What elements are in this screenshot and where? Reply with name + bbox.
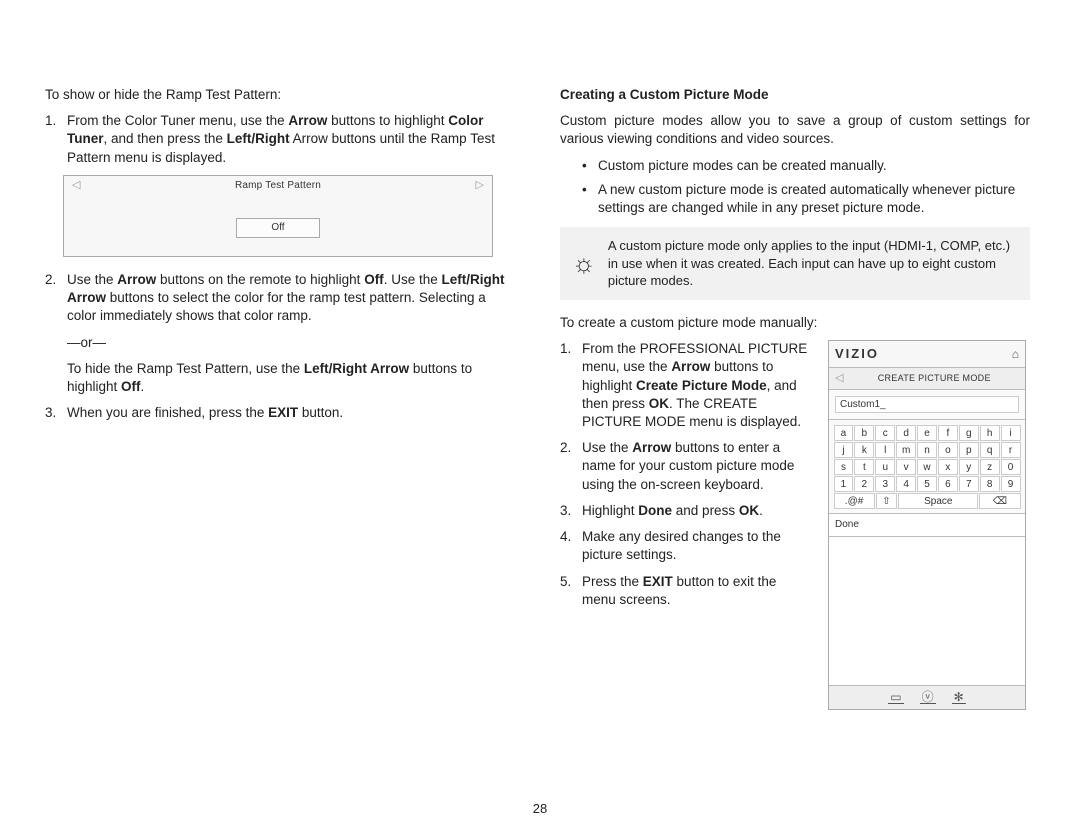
- right-heading: Creating a Custom Picture Mode: [560, 86, 1030, 104]
- kbd-key: 8: [980, 476, 1000, 492]
- page-number: 28: [0, 801, 1080, 816]
- right-step-5: 5. Press the EXIT button to exit the men…: [560, 573, 810, 609]
- ramp-off-button: Off: [236, 218, 320, 238]
- kbd-key: s: [834, 459, 854, 475]
- right-step-1: 1. From the PROFESSIONAL PICTURE menu, u…: [560, 340, 810, 431]
- ramp-panel-title: Ramp Test Pattern: [80, 179, 475, 193]
- bullet-1: Custom picture modes can be created manu…: [560, 157, 1030, 175]
- ramp-test-pattern-panel: ◁ Ramp Test Pattern ▷ Off: [63, 175, 493, 257]
- vizio-done-row: Done: [829, 514, 1025, 537]
- left-step-3: 3. When you are finished, press the EXIT…: [45, 404, 515, 422]
- right-bullets: Custom picture modes can be created manu…: [560, 157, 1030, 218]
- right-split: 1. From the PROFESSIONAL PICTURE menu, u…: [560, 340, 1030, 709]
- kbd-row-1: abcdefghi: [833, 424, 1021, 441]
- kbd-key: p: [959, 442, 979, 458]
- kbd-key: 6: [938, 476, 958, 492]
- kbd-key: 9: [1001, 476, 1021, 492]
- wide-icon: ▭: [888, 691, 903, 704]
- kbd-key: v: [896, 459, 916, 475]
- kbd-key: c: [875, 425, 895, 441]
- kbd-key: u: [875, 459, 895, 475]
- right-steps: 1. From the PROFESSIONAL PICTURE menu, u…: [560, 340, 810, 609]
- kbd-key: l: [875, 442, 895, 458]
- kbd-key: 4: [896, 476, 916, 492]
- gear-icon: ✻: [952, 691, 966, 704]
- vizio-logo: VIZIO: [835, 345, 879, 363]
- kbd-key: h: [980, 425, 1000, 441]
- left-step-2: 2. Use the Arrow buttons on the remote t…: [45, 271, 515, 326]
- left-steps-cont: 2. Use the Arrow buttons on the remote t…: [45, 271, 515, 326]
- kbd-key: 3: [875, 476, 895, 492]
- kbd-key: 2: [854, 476, 874, 492]
- vizio-name-input-row: Custom1_: [829, 390, 1025, 421]
- tip-callout: ☼ A custom picture mode only applies to …: [560, 227, 1030, 300]
- v-icon: ⓥ: [920, 691, 936, 704]
- two-column-layout: To show or hide the Ramp Test Pattern: 1…: [45, 86, 1035, 710]
- kbd-key: t: [854, 459, 874, 475]
- kbd-key: 5: [917, 476, 937, 492]
- vizio-create-picture-mode-panel: VIZIO ⌂ ◁ CREATE PICTURE MODE Custom1_ a…: [828, 340, 1026, 709]
- kbd-key: o: [938, 442, 958, 458]
- kbd-key: a: [834, 425, 854, 441]
- right-step-4: 4. Make any desired changes to the pictu…: [560, 528, 810, 564]
- kbd-key: n: [917, 442, 937, 458]
- kbd-key: k: [854, 442, 874, 458]
- manual-page: To show or hide the Ramp Test Pattern: 1…: [0, 0, 1080, 834]
- kbd-space-key: Space: [898, 493, 978, 509]
- vizio-top-bar: VIZIO ⌂: [829, 341, 1025, 368]
- kbd-row-3: stuvwxyz0: [833, 458, 1021, 475]
- left-column: To show or hide the Ramp Test Pattern: 1…: [45, 86, 515, 710]
- left-step-1: 1. From the Color Tuner menu, use the Ar…: [45, 112, 515, 167]
- vizio-blank-area: [829, 537, 1025, 685]
- right-lead: To create a custom picture mode manually…: [560, 314, 1030, 332]
- right-steps-text: 1. From the PROFESSIONAL PICTURE menu, u…: [560, 340, 810, 617]
- arrow-left-icon: ◁: [72, 178, 80, 193]
- kbd-key: q: [980, 442, 1000, 458]
- kbd-key: d: [896, 425, 916, 441]
- kbd-key: b: [854, 425, 874, 441]
- arrow-right-icon: ▷: [476, 178, 484, 193]
- left-steps: 1. From the Color Tuner menu, use the Ar…: [45, 112, 515, 167]
- kbd-key: r: [1001, 442, 1021, 458]
- kbd-key: 1: [834, 476, 854, 492]
- kbd-key: m: [896, 442, 916, 458]
- kbd-row-5: .@# ⇧ Space ⌫: [833, 492, 1021, 509]
- kbd-key: i: [1001, 425, 1021, 441]
- kbd-backspace-key: ⌫: [979, 493, 1020, 509]
- kbd-key: z: [980, 459, 1000, 475]
- kbd-key: x: [938, 459, 958, 475]
- lightbulb-icon: ☼: [572, 246, 596, 281]
- home-icon: ⌂: [1012, 346, 1019, 362]
- right-column: Creating a Custom Picture Mode Custom pi…: [560, 86, 1030, 710]
- kbd-row-2: jklmnopqr: [833, 441, 1021, 458]
- kbd-row-4: 123456789: [833, 475, 1021, 492]
- kbd-symbols-key: .@#: [834, 493, 875, 509]
- back-arrow-icon: ◁: [835, 371, 843, 386]
- left-intro: To show or hide the Ramp Test Pattern:: [45, 86, 515, 104]
- kbd-key: f: [938, 425, 958, 441]
- kbd-key: w: [917, 459, 937, 475]
- kbd-key: g: [959, 425, 979, 441]
- kbd-key: j: [834, 442, 854, 458]
- vizio-screen-title: CREATE PICTURE MODE: [849, 372, 1019, 384]
- kbd-key: 7: [959, 476, 979, 492]
- vizio-bottom-bar: ▭ ⓥ ✻: [829, 685, 1025, 709]
- kbd-shift-key: ⇧: [876, 493, 898, 509]
- hide-ramp-text: To hide the Ramp Test Pattern, use the L…: [45, 360, 515, 396]
- kbd-key: e: [917, 425, 937, 441]
- right-intro: Custom picture modes allow you to save a…: [560, 112, 1030, 148]
- kbd-key: y: [959, 459, 979, 475]
- or-separator: —or—: [45, 334, 515, 352]
- vizio-name-input: Custom1_: [835, 396, 1019, 414]
- kbd-key: 0: [1001, 459, 1021, 475]
- vizio-breadcrumb: ◁ CREATE PICTURE MODE: [829, 368, 1025, 390]
- bullet-2: A new custom picture mode is created aut…: [560, 181, 1030, 217]
- right-step-2: 2. Use the Arrow buttons to enter a name…: [560, 439, 810, 494]
- left-steps-3: 3. When you are finished, press the EXIT…: [45, 404, 515, 422]
- right-step-3: 3. Highlight Done and press OK.: [560, 502, 810, 520]
- on-screen-keyboard: abcdefghi jklmnopqr stuvwxyz0 123456789 …: [829, 420, 1025, 514]
- tip-text: A custom picture mode only applies to th…: [608, 237, 1018, 290]
- ramp-title-row: ◁ Ramp Test Pattern ▷: [64, 176, 492, 195]
